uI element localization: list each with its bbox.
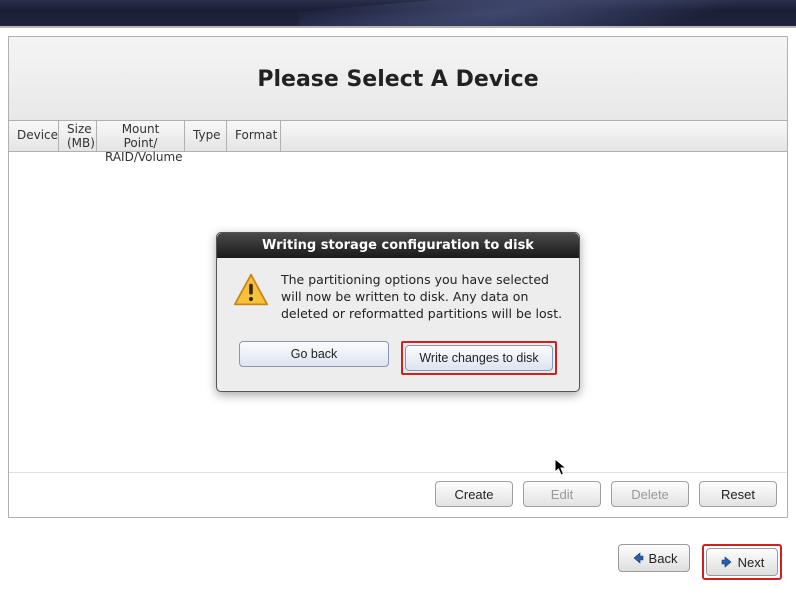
dialog-title: Writing storage configuration to disk [217,233,579,258]
col-spacer [281,121,787,151]
arrow-left-icon [631,551,645,565]
edit-button: Edit [523,481,601,507]
reset-button[interactable]: Reset [699,481,777,507]
create-button[interactable]: Create [435,481,513,507]
wizard-nav: Back Next [618,544,782,580]
arrow-right-icon [720,555,734,569]
col-mount[interactable]: Mount Point/ RAID/Volume [97,121,185,151]
dialog-message: The partitioning options you have select… [281,272,563,323]
back-button[interactable]: Back [618,544,690,572]
top-banner [0,0,796,28]
col-size[interactable]: Size (MB) [59,121,97,151]
partition-action-row: Create Edit Delete Reset [9,472,787,517]
delete-button: Delete [611,481,689,507]
write-button-highlight: Write changes to disk [401,341,557,375]
write-confirm-dialog: Writing storage configuration to disk Th… [216,232,580,392]
next-label: Next [738,555,765,570]
next-button-highlight: Next [702,544,782,580]
back-label: Back [649,551,678,566]
col-format[interactable]: Format [227,121,281,151]
table-header-row: Device Size (MB) Mount Point/ RAID/Volum… [9,120,787,152]
warning-icon [233,272,269,323]
page-title: Please Select A Device [9,37,787,120]
dialog-body: The partitioning options you have select… [217,258,579,331]
col-type[interactable]: Type [185,121,227,151]
next-button[interactable]: Next [706,548,778,576]
write-changes-button[interactable]: Write changes to disk [405,345,553,371]
col-device[interactable]: Device [9,121,59,151]
dialog-button-row: Go back Write changes to disk [217,331,579,391]
go-back-button[interactable]: Go back [239,341,389,367]
